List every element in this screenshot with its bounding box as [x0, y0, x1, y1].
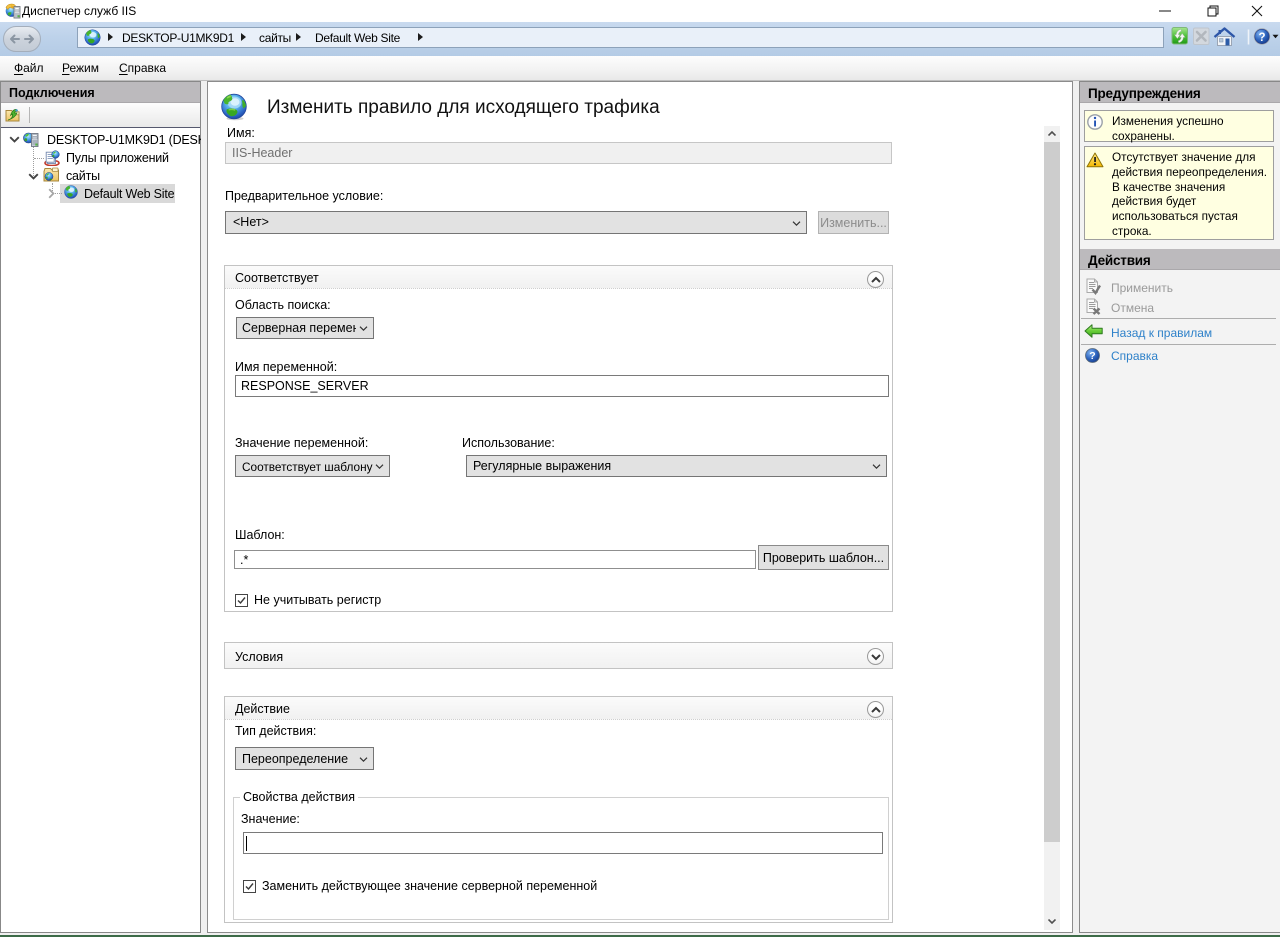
- svg-text:?: ?: [1258, 32, 1265, 44]
- svg-text:?: ?: [1089, 350, 1095, 362]
